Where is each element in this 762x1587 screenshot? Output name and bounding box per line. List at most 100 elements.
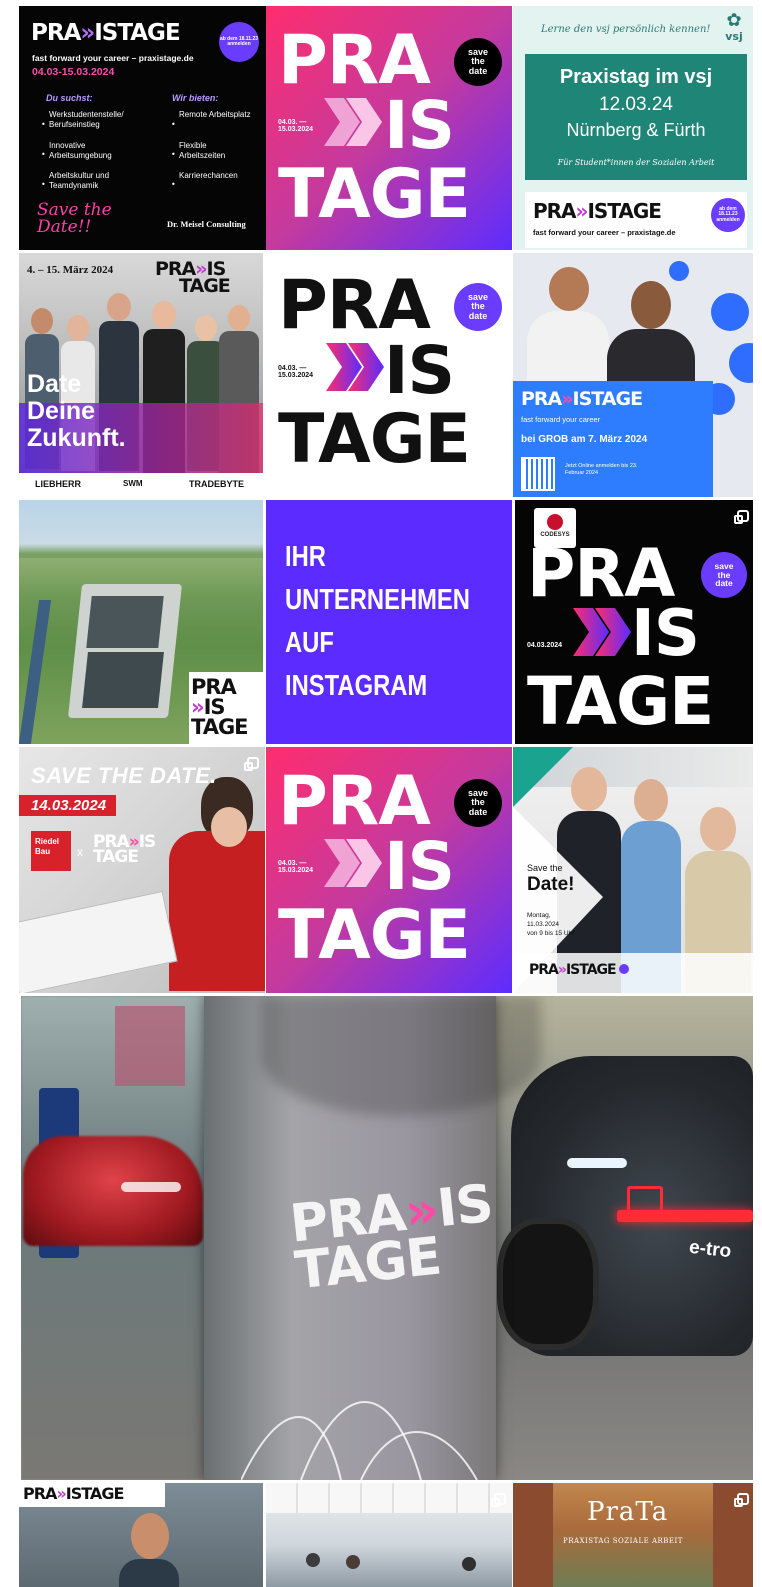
brand-line-3: TAGE (527, 663, 714, 740)
carousel-icon[interactable] (734, 1493, 749, 1507)
brand-line-2: IS (631, 597, 700, 671)
register-note: Jetzt Online anmelden bis 23. Februar 20… (565, 463, 638, 477)
partner-logo-tradebyte: TRADEBYTE (189, 479, 245, 489)
post-tile-grob[interactable]: PRA»ISTAGE fast forward your career bei … (513, 253, 753, 497)
tagline: fast forward your career – praxistage.de (533, 228, 676, 237)
post-tile-praxistage-white[interactable]: PRA IS TAGE 04.03. — 15.03.2024 save the… (266, 253, 512, 497)
prata-subtitle: PRAXISTAG SOZIALE ARBEIT (563, 1537, 683, 1545)
brand-text: PRA»ISTAGE (23, 1484, 124, 1503)
post-tile-team-save-the-date[interactable]: Save the Date! Montag, 11.03.2024 von 9 bi… (513, 747, 753, 993)
post-tile-date-deine-zukunft[interactable]: 4. – 15. März 2024 PRA»IS TAGE Date Deine Z… (19, 253, 263, 497)
brand-line-2: IS (384, 828, 455, 905)
post-tile-meisel-consulting[interactable]: PRA»ISTAGE ab dem 18.11.23 anmelden fast… (19, 6, 266, 250)
col2-item-2: Karrierechancen (179, 171, 238, 180)
event-date: 12.03.24 (599, 94, 673, 115)
date-range: 04.03. — 15.03.2024 (278, 365, 314, 379)
brand-line-2: IS (384, 332, 455, 409)
cta-text: IHR UNTERNEHMEN AUF INSTAGRAM (285, 541, 470, 702)
tagline: fast forward your career – praxistage.de (32, 53, 194, 63)
brand-text: PRA»ISTAGE (533, 199, 662, 223)
tagline: fast forward your career (521, 415, 601, 424)
register-badge: ab dem 18.11.23 anmelden (711, 198, 745, 232)
event-title: Praxistag im vsj (559, 66, 713, 88)
brand-text: PRA»ISTAGE (521, 388, 643, 410)
event-details: Montag, 11.03.2024 von 9 bis 15 Uhr (527, 912, 575, 938)
brand-line-3: TAGE (278, 155, 471, 234)
post-tile-vsj[interactable]: Lerne den vsj persönlich kennen! ✿ vsj Pr… (513, 6, 753, 250)
event-place: Nürnberg & Fürth (566, 120, 706, 140)
col1-item-2: Arbeitskultur und Teamdynamik (49, 171, 110, 190)
save-the-date-badge: save the date (454, 283, 502, 331)
headline: SAVE THE DATE. (31, 763, 217, 788)
blueprint (19, 890, 178, 993)
chevron-icon (324, 839, 384, 891)
brand-line-2: IS (384, 87, 455, 164)
vsj-logo: ✿ vsj (725, 10, 743, 44)
event-sub: Für Student*innen der Sozialen Arbeit (557, 158, 715, 167)
col2-item-1: Flexible Arbeitszeiten (179, 141, 226, 160)
slogan: Date Deine Zukunft. (27, 370, 126, 452)
x-separator: x (77, 845, 83, 859)
col1-heading: Du suchst: (46, 93, 93, 103)
brand-text: PRA»ISTAGE (155, 258, 231, 298)
post-tile-office-group[interactable] (266, 1483, 512, 1587)
col1-item-0: Werkstudentenstelle/ Berufseinstieg (49, 110, 124, 129)
brand-text: PRA»ISTAGE (529, 963, 629, 977)
person-photo (607, 281, 695, 387)
brand-line-3: TAGE (278, 896, 471, 975)
brand-text: PRA (31, 20, 81, 46)
reel-icon[interactable] (734, 510, 749, 524)
save-label: Save the (527, 863, 563, 873)
chevron-icon (324, 98, 384, 150)
date-headline: Date! (527, 874, 575, 895)
brand-text: PRA»ISTAGE (191, 675, 249, 739)
carousel-icon[interactable] (491, 1493, 506, 1507)
save-the-date-badge: save the date (701, 552, 747, 598)
post-tile-praxistage-gradient-1[interactable]: PRA IS TAGE 04.03. — 15.03.2024 save the… (266, 6, 512, 250)
prata-title: PraTa (587, 1497, 669, 1527)
post-tile-event-banner-audi[interactable]: e-tro PRA»IS TAGE (21, 996, 753, 1480)
brand-line-3: TAGE (278, 400, 471, 479)
event-date: 14.03.2024 (19, 795, 117, 816)
banner-swirl (241, 1401, 478, 1480)
col2-heading: Wir bieten: (172, 93, 219, 103)
carousel-icon[interactable] (244, 757, 259, 771)
date-range: 04.03-15.03.2024 (32, 66, 115, 78)
date-range: 04.03. — 15.03.2024 (278, 119, 314, 133)
date-range: 04.03. — 15.03.2024 (278, 860, 314, 874)
post-tile-riedel-bau[interactable]: SAVE THE DATE. 14.03.2024 Riedel Bau x P… (19, 747, 265, 993)
person-photo (119, 1513, 179, 1587)
brand-line-1: PRA (278, 762, 431, 841)
post-tile-praxistage-handshake[interactable]: PRA»ISTAGE (19, 1483, 263, 1587)
post-tile-codesys[interactable]: CODESYS PRA IS TAGE 04.03.2024 save the … (515, 500, 753, 744)
partner-logo-swm: SWM (123, 479, 143, 488)
person-photo (527, 267, 609, 387)
riedel-logo: Riedel Bau (31, 831, 71, 871)
save-the-date-badge: save the date (454, 38, 502, 86)
brand-line-1: PRA (278, 21, 431, 100)
plate-text: e-tro (688, 1236, 733, 1263)
brand-line-1: PRA (527, 535, 675, 612)
brand-text: PRA»ISTAGE (93, 832, 156, 868)
brand-line-1: PRA (278, 266, 431, 345)
event-date: 04.03.2024 (527, 642, 563, 649)
post-tile-aerial-reservoir[interactable]: PRA »IS TAGE (19, 500, 263, 744)
qr-code (521, 457, 555, 491)
header-text: Lerne den vsj persönlich kennen! (541, 24, 711, 35)
event-date: 4. – 15. März 2024 (27, 264, 114, 276)
post-tile-praxistage-gradient-2[interactable]: PRA IS TAGE 04.03. — 15.03.2024 save the… (266, 747, 512, 993)
save-the-date-script: Save the Date!! (37, 200, 112, 237)
chevron-icon (573, 608, 633, 660)
wheel (497, 1218, 599, 1350)
chevron-icon: » (80, 20, 95, 46)
company-name: Dr. Meisel Consulting (167, 219, 246, 229)
post-tile-prata[interactable]: PraTa PRAXISTAG SOZIALE ARBEIT (513, 1483, 753, 1587)
col2-item-0: Remote Arbeitsplatz (179, 110, 251, 119)
post-tile-instagram-cta[interactable]: IHR UNTERNEHMEN AUF INSTAGRAM (266, 500, 512, 744)
register-badge: ab dem 18.11.23 anmelden (219, 22, 259, 62)
save-the-date-badge: save the date (454, 779, 502, 827)
chevron-icon (326, 343, 386, 395)
col1-item-1: Innovative Arbeitsumgebung (49, 141, 112, 160)
event-text: bei GROB am 7. März 2024 (521, 434, 648, 445)
person-photo (169, 777, 265, 993)
